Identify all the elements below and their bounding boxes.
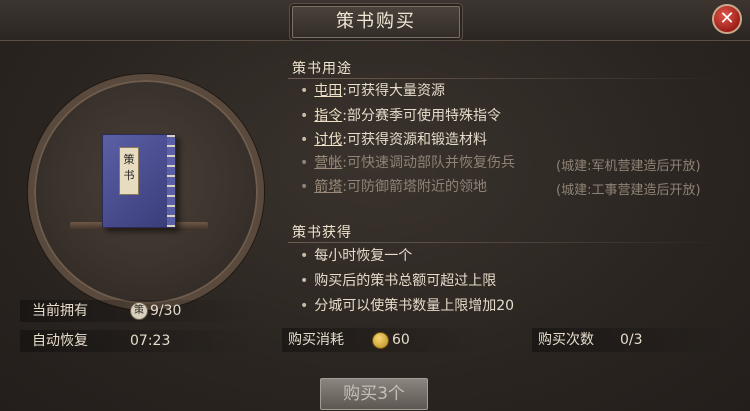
usage-link[interactable]: 指令	[314, 108, 342, 124]
recover-value: 07:23	[130, 333, 171, 349]
owned-row: 当前拥有 策 9/30	[20, 300, 258, 322]
usage-item-locked: • 箭塔:可防御箭塔附近的领地	[300, 179, 487, 195]
recover-label: 自动恢复	[32, 333, 88, 349]
book-label: 策书	[119, 147, 139, 195]
book-spine	[167, 135, 175, 227]
usage-unlock-note: (城建:工事营建造后开放)	[556, 183, 701, 198]
usage-divider	[288, 78, 728, 79]
obtain-item: • 购买后的策书总额可超过上限	[300, 273, 497, 289]
usage-link[interactable]: 讨伐	[314, 132, 342, 148]
cost-row: 购买消耗 60	[282, 328, 482, 352]
usage-item: • 屯田:可获得大量资源	[300, 83, 445, 99]
obtain-divider	[288, 242, 728, 243]
strategy-book-token-icon: 策	[130, 302, 148, 320]
usage-link[interactable]: 营帐	[314, 155, 342, 171]
count-row: 购买次数 0/3	[532, 328, 732, 352]
close-icon[interactable]: ✕	[712, 4, 742, 34]
book-icon: 策书	[102, 134, 176, 228]
cost-value: 60	[392, 332, 410, 348]
usage-item-locked: • 营帐:可快速调动部队并恢复伤兵	[300, 155, 515, 171]
window-title: 策书购买	[292, 6, 460, 38]
count-value: 0/3	[620, 332, 643, 348]
cost-label: 购买消耗	[288, 332, 344, 348]
usage-item: • 指令:部分赛季可使用特殊指令	[300, 108, 501, 124]
cost-value-group: 60	[372, 328, 410, 352]
buy-button[interactable]: 购买3个	[320, 378, 428, 410]
recover-row: 自动恢复 07:23	[20, 330, 258, 352]
owned-value: 9/30	[150, 303, 182, 319]
obtain-title: 策书获得	[292, 225, 352, 241]
obtain-item: • 分城可以使策书数量上限增加20	[300, 298, 515, 314]
usage-link[interactable]: 屯田	[314, 83, 342, 99]
usage-unlock-note: (城建:军机营建造后开放)	[556, 159, 701, 174]
usage-link[interactable]: 箭塔	[314, 179, 342, 195]
usage-item: • 讨伐:可获得资源和锻造材料	[300, 132, 487, 148]
usage-title: 策书用途	[292, 61, 352, 77]
owned-value-group: 策 9/30	[130, 300, 181, 322]
count-label: 购买次数	[538, 332, 594, 348]
gold-coin-icon	[372, 331, 389, 349]
owned-label: 当前拥有	[32, 303, 88, 319]
purchase-panel: 策书购买 ✕ 策书 当前拥有 策 9/30 自动恢复 07:23 策书用途 • 屯田…	[0, 0, 750, 411]
obtain-item: • 每小时恢复一个	[300, 248, 413, 264]
